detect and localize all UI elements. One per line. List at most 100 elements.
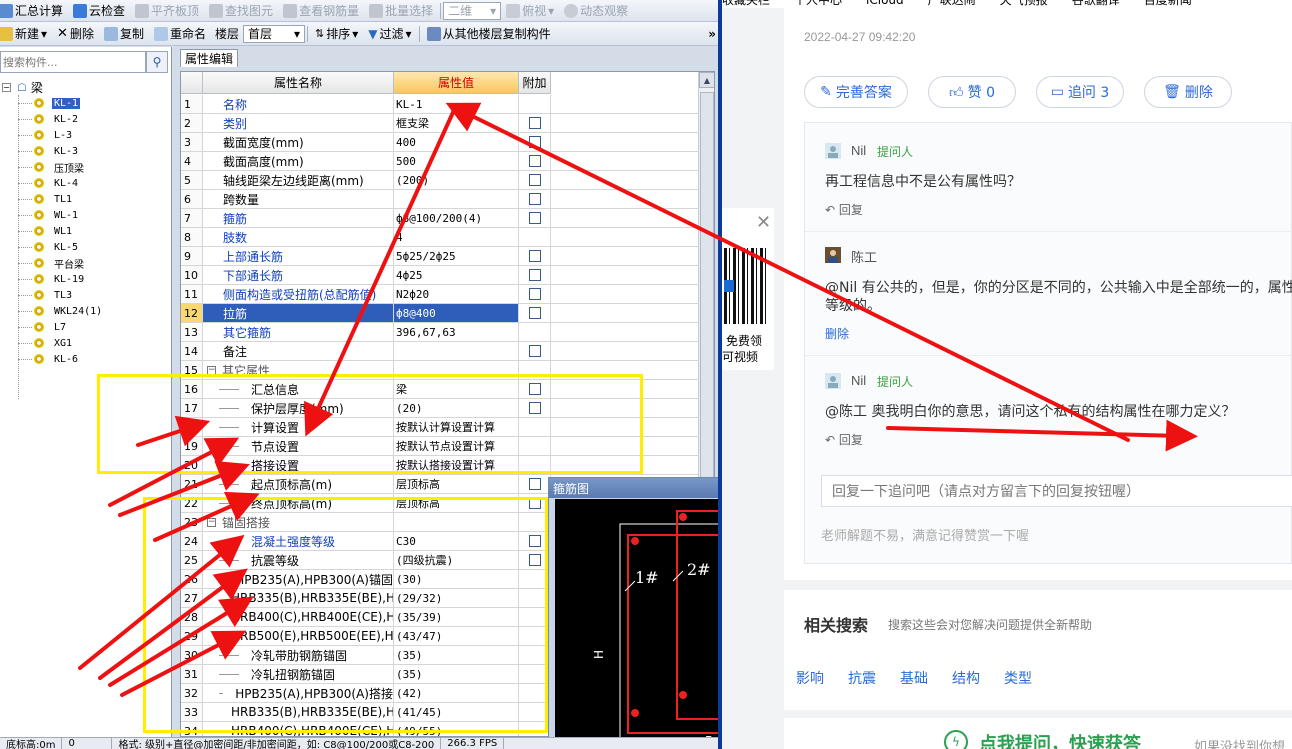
property-value[interactable]: 500: [394, 152, 519, 170]
property-row[interactable]: 20 搭接设置 按默认搭接设置计算: [181, 456, 714, 475]
add-checkbox[interactable]: [528, 307, 541, 319]
add-checkbox[interactable]: [528, 136, 541, 148]
orbit-button[interactable]: 动态观察: [559, 1, 633, 21]
view-angle-button[interactable]: 俯视 ▾: [501, 1, 559, 21]
comment-delete-link[interactable]: 删除: [825, 325, 849, 342]
property-value[interactable]: (35): [394, 646, 519, 664]
tree-item[interactable]: KL-6: [0, 351, 170, 367]
reply-button[interactable]: ↶ 回复: [825, 431, 863, 448]
property-value[interactable]: ф8@400: [394, 304, 519, 322]
add-checkbox[interactable]: [528, 535, 541, 547]
collapse-icon[interactable]: −: [2, 82, 11, 92]
property-row[interactable]: 16 汇总信息 梁: [181, 380, 714, 399]
property-value[interactable]: (35): [394, 665, 519, 683]
followup-button[interactable]: ▭ 追问 3: [1036, 76, 1124, 108]
property-row[interactable]: 15− 其它属性: [181, 361, 714, 380]
related-tag[interactable]: 影响: [796, 668, 824, 688]
related-tag[interactable]: 类型: [1004, 668, 1032, 688]
reply-input[interactable]: 回复一下追问吧（请点对方留言下的回复按钮喔）: [821, 475, 1292, 507]
tree-item[interactable]: TL3: [0, 287, 170, 303]
search-icon[interactable]: ⚲: [146, 51, 168, 73]
perfect-answer-button[interactable]: ✎ 完善答案: [804, 76, 908, 108]
tree-item[interactable]: KL-5: [0, 239, 170, 255]
floor-select[interactable]: 首层 ▾: [243, 24, 306, 43]
add-checkbox[interactable]: [528, 497, 541, 509]
property-row[interactable]: 12 拉筋 ф8@400: [181, 304, 714, 323]
delete-answer-button[interactable]: 🗑︎ 删除: [1144, 76, 1232, 108]
toolbar-button-3[interactable]: 查找图元: [204, 1, 278, 21]
property-value[interactable]: 按默认节点设置计算: [394, 437, 519, 455]
add-checkbox[interactable]: [528, 402, 541, 414]
add-checkbox[interactable]: [528, 193, 541, 205]
property-value[interactable]: N2ф20: [394, 285, 519, 303]
property-value[interactable]: 梁: [394, 380, 519, 398]
reply-button[interactable]: ↶ 回复: [825, 201, 863, 218]
property-row[interactable]: 2 类别 框支梁: [181, 114, 714, 133]
ask-banner[interactable]: ϟ 点我提问，快速获答 如果没找到你想: [784, 718, 1292, 749]
property-row[interactable]: 9 上部通长筋 5ф25/2ф25: [181, 247, 714, 266]
property-value[interactable]: (四级抗震): [394, 551, 519, 569]
delete-button[interactable]: ✕ 删除: [52, 24, 99, 44]
property-value[interactable]: (41/45): [394, 703, 519, 721]
bookmark-item[interactable]: 收藏夹栏: [722, 0, 770, 8]
related-tag[interactable]: 抗震: [848, 668, 876, 688]
property-value[interactable]: ф8@100/200(4): [394, 209, 519, 227]
property-value[interactable]: (49/55): [394, 722, 519, 736]
tree-item[interactable]: KL-4: [0, 175, 170, 191]
property-row[interactable]: 10 下部通长筋 4ф25: [181, 266, 714, 285]
copy-button[interactable]: 复制: [99, 24, 149, 44]
property-value[interactable]: [394, 342, 519, 360]
add-checkbox[interactable]: [528, 269, 541, 281]
comment-user[interactable]: Nil: [851, 143, 866, 158]
property-value[interactable]: 层顶标高: [394, 475, 519, 493]
comment-user[interactable]: Nil: [851, 373, 866, 388]
property-value[interactable]: (42): [394, 684, 519, 702]
bookmark-item[interactable]: 天气预报: [1000, 0, 1048, 8]
collapse-icon[interactable]: −: [207, 365, 216, 375]
close-icon[interactable]: ✕: [756, 212, 771, 233]
property-row[interactable]: 4 截面高度(mm) 500: [181, 152, 714, 171]
property-row[interactable]: 19 节点设置 按默认节点设置计算: [181, 437, 714, 456]
new-button[interactable]: 新建 ▾: [0, 24, 52, 44]
add-checkbox[interactable]: [528, 155, 541, 167]
property-value[interactable]: (29/32): [394, 589, 519, 607]
toolbar-button-4[interactable]: 查看钢筋量: [278, 1, 364, 21]
tree-item[interactable]: WL1: [0, 223, 170, 239]
property-value[interactable]: (30): [394, 570, 519, 588]
bookmark-item[interactable]: 个人中心: [794, 0, 842, 8]
property-row[interactable]: 1 名称 KL-1: [181, 95, 714, 114]
property-row[interactable]: 5 轴线距梁左边线距离(mm) (200): [181, 171, 714, 190]
property-row[interactable]: 6 跨数量: [181, 190, 714, 209]
property-row[interactable]: 13 其它箍筋 396,67,63: [181, 323, 714, 342]
filter-button[interactable]: ▼ 过滤 ▾: [363, 24, 416, 44]
tree-item[interactable]: L-3: [0, 127, 170, 143]
tree-item[interactable]: XG1: [0, 335, 170, 351]
tree-item[interactable]: TL1: [0, 191, 170, 207]
property-row[interactable]: 3 截面宽度(mm) 400: [181, 133, 714, 152]
property-value[interactable]: 400: [394, 133, 519, 151]
add-checkbox[interactable]: [528, 174, 541, 186]
scroll-up-icon[interactable]: ▲: [699, 72, 714, 88]
bookmark-item[interactable]: 百度新闻: [1144, 0, 1192, 8]
property-value[interactable]: 396,67,63: [394, 323, 519, 341]
related-tag[interactable]: 结构: [952, 668, 980, 688]
comment-user[interactable]: 陈工: [851, 247, 877, 266]
property-value[interactable]: [394, 513, 519, 531]
property-value[interactable]: (43/47): [394, 627, 519, 645]
tree-item[interactable]: 平台梁: [0, 255, 170, 271]
tree-item[interactable]: L7: [0, 319, 170, 335]
property-row[interactable]: 7 箍筋 ф8@100/200(4): [181, 209, 714, 228]
copy-from-floor-button[interactable]: 从其他楼层复制构件: [422, 24, 556, 44]
tree-item[interactable]: KL-2: [0, 111, 170, 127]
property-value[interactable]: 按默认计算设置计算: [394, 418, 519, 436]
add-checkbox[interactable]: [528, 554, 541, 566]
property-row[interactable]: 11 侧面构造或受扭筋(总配筋值) N2ф20: [181, 285, 714, 304]
view-mode-select[interactable]: 二维 ▾: [443, 1, 502, 20]
property-row[interactable]: 17 保护层厚度(mm) (20): [181, 399, 714, 418]
sort-button[interactable]: ⇅ 排序 ▾: [310, 24, 363, 44]
tree-root-beam[interactable]: − ☖ 梁: [0, 79, 170, 95]
toolbar-button-0[interactable]: 汇总计算: [0, 1, 68, 21]
tree-item[interactable]: KL-3: [0, 143, 170, 159]
bookmark-item[interactable]: 广联达闹: [928, 0, 976, 8]
add-checkbox[interactable]: [528, 117, 541, 129]
